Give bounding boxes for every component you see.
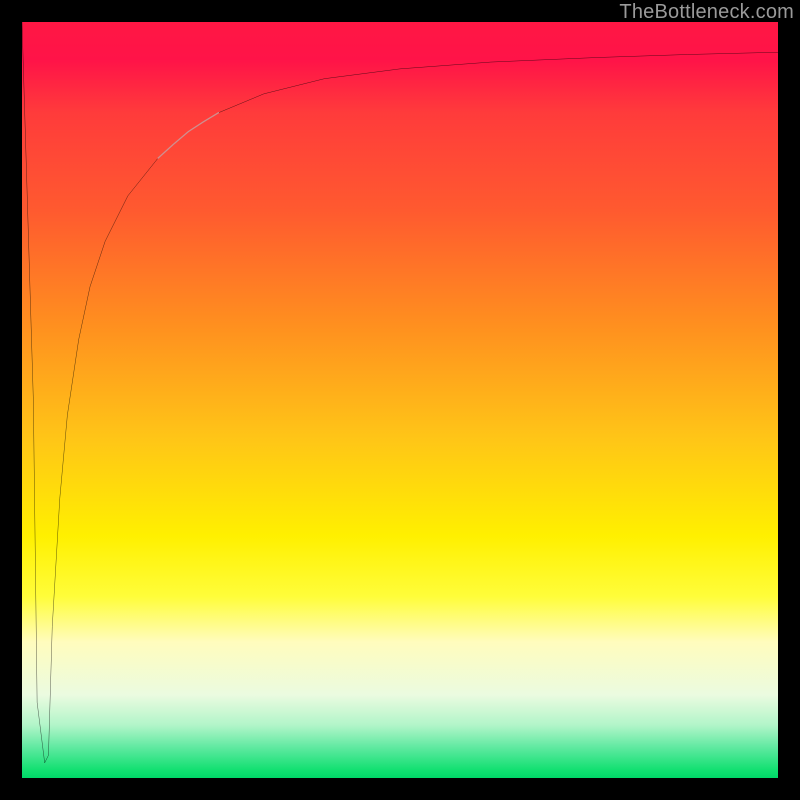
plot-background-gradient <box>22 22 778 778</box>
chart-frame: TheBottleneck.com <box>0 0 800 800</box>
watermark-text: TheBottleneck.com <box>619 1 794 24</box>
